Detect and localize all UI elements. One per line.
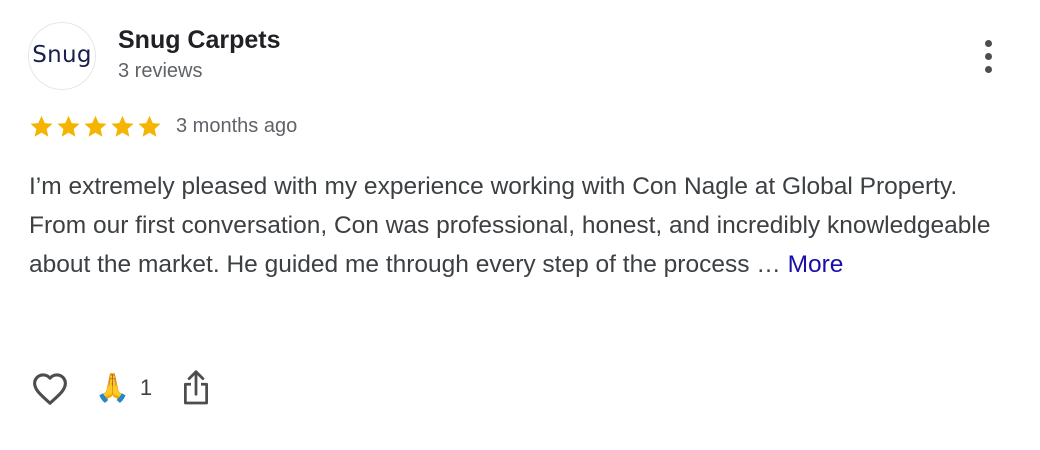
more-options-button[interactable] xyxy=(970,36,1006,76)
review-text: I’m extremely pleased with my experience… xyxy=(29,173,991,278)
star-icon xyxy=(111,115,134,137)
praying-hands-icon: 🙏 xyxy=(95,372,130,403)
avatar-logo-text: Snug xyxy=(32,42,92,68)
more-link[interactable]: More xyxy=(788,251,844,278)
more-vertical-icon xyxy=(984,39,992,47)
share-button[interactable] xyxy=(178,368,214,408)
author-review-count[interactable]: 3 reviews xyxy=(118,60,202,83)
reaction-button[interactable]: 🙏 1 xyxy=(95,368,152,408)
author-avatar[interactable]: Snug xyxy=(28,22,96,90)
more-vertical-icon-dot xyxy=(984,65,992,73)
reaction-count: 1 xyxy=(139,375,153,400)
heart-outline-icon xyxy=(33,373,67,405)
star-rating xyxy=(29,114,162,139)
author-name[interactable]: Snug Carpets xyxy=(118,26,281,55)
star-icon xyxy=(84,115,107,137)
star-icon xyxy=(57,115,80,137)
share-icon xyxy=(184,370,209,405)
star-icon xyxy=(138,115,161,137)
like-button[interactable] xyxy=(29,368,71,408)
more-vertical-icon-dot xyxy=(984,52,992,60)
rating-row: 3 months ago xyxy=(29,112,297,140)
review-body: I’m extremely pleased with my experience… xyxy=(29,167,1019,284)
review-timestamp: 3 months ago xyxy=(176,114,298,137)
star-icon xyxy=(30,115,53,137)
review-actions: 🙏 1 xyxy=(29,368,214,408)
review-card: Snug Snug Carpets 3 reviews 3 months ago… xyxy=(0,0,1040,450)
